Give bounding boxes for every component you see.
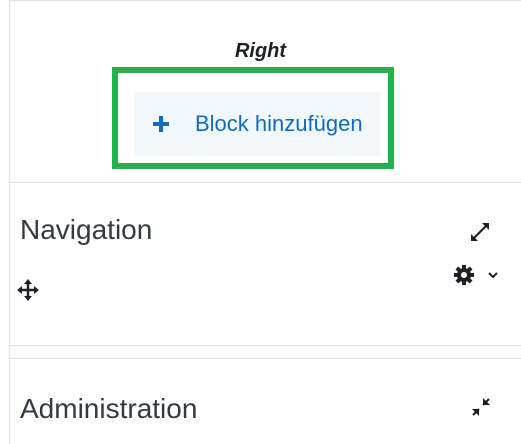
expand-icon[interactable] — [468, 220, 492, 244]
block-title-administration: Administration — [20, 393, 198, 424]
block-divider — [9, 182, 521, 183]
block-region-right: Right Block hinzufügen Navigation Admini… — [0, 0, 521, 444]
collapse-icon[interactable] — [470, 396, 492, 418]
region-left-divider — [9, 0, 10, 444]
chevron-down-icon[interactable] — [486, 268, 500, 282]
region-top-divider — [9, 0, 521, 1]
move-icon[interactable] — [16, 278, 40, 302]
block-divider — [9, 358, 521, 359]
add-block-label: Block hinzufügen — [195, 111, 363, 136]
block-divider — [9, 345, 521, 346]
plus-icon — [153, 116, 169, 132]
gear-icon[interactable] — [453, 264, 475, 286]
block-title-navigation: Navigation — [20, 214, 153, 245]
add-block-button[interactable]: Block hinzufügen — [134, 92, 380, 156]
region-heading: Right — [234, 40, 287, 62]
